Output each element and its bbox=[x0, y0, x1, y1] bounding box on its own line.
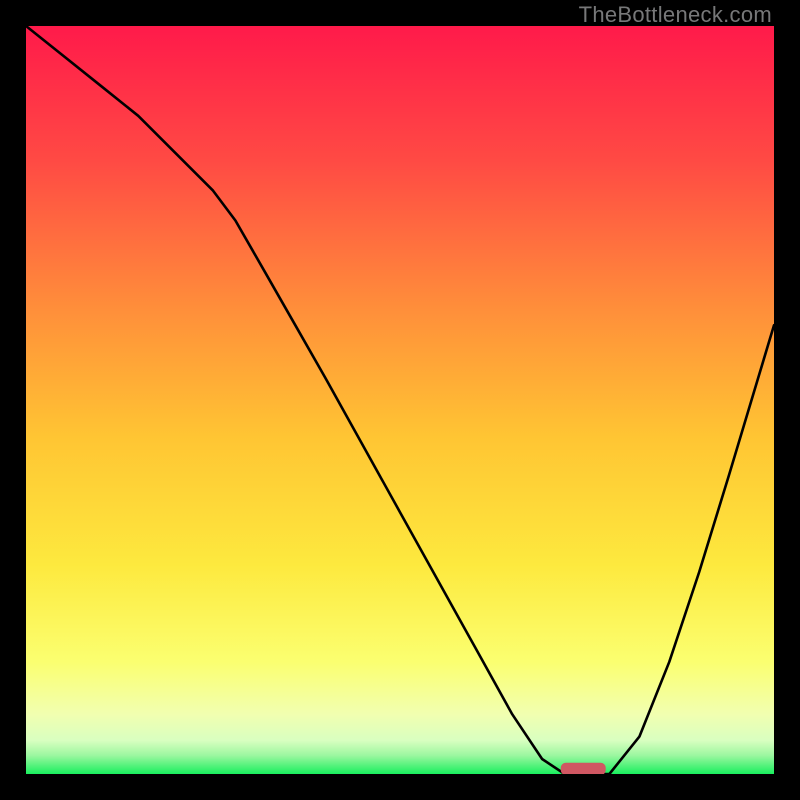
bottleneck-chart bbox=[26, 26, 774, 774]
gradient-background bbox=[26, 26, 774, 774]
optimal-marker bbox=[561, 763, 606, 774]
watermark-text: TheBottleneck.com bbox=[579, 2, 772, 28]
chart-frame bbox=[26, 26, 774, 774]
